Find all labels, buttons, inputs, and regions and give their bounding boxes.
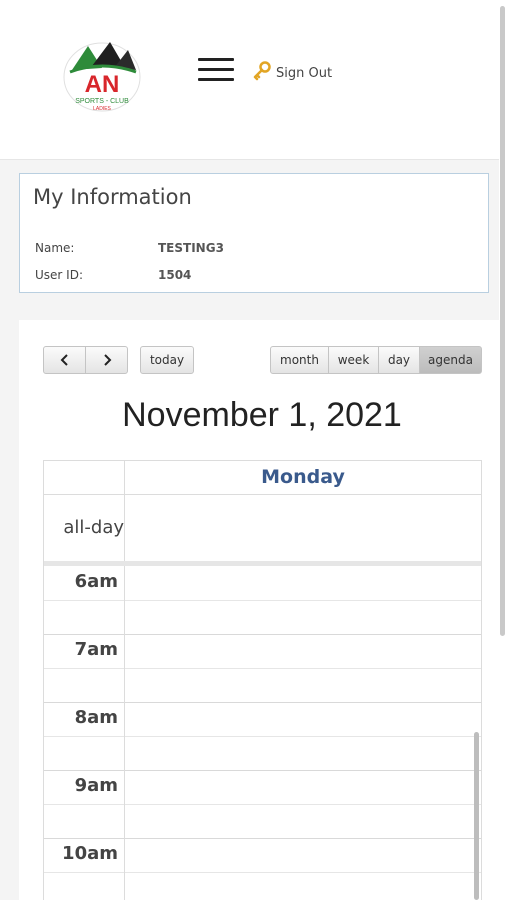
field-value: 1504 (158, 268, 192, 282)
sign-out-link[interactable]: Sign Out (252, 60, 332, 81)
hour-label: 10am (62, 843, 118, 864)
view-week-button[interactable]: week (328, 346, 379, 374)
time-column-divider (124, 566, 125, 900)
time-slot[interactable] (44, 736, 481, 771)
time-slots: 6am 7am 8am 9am 10am (44, 566, 481, 900)
calendar: today month week day agenda November 1, … (19, 320, 499, 900)
svg-text:AN: AN (85, 71, 120, 98)
club-logo[interactable]: AN SPORTS - CLUB LADIES (62, 40, 142, 114)
today-button[interactable]: today (140, 346, 194, 374)
view-month-button[interactable]: month (270, 346, 329, 374)
info-row-user-id: User ID: 1504 (35, 268, 191, 282)
all-day-slot[interactable] (124, 495, 481, 561)
time-slot[interactable] (44, 600, 481, 635)
next-button[interactable] (85, 346, 128, 374)
prev-button[interactable] (43, 346, 86, 374)
day-column-header[interactable]: Monday (124, 461, 481, 495)
calendar-nav (43, 346, 129, 374)
svg-text:SPORTS - CLUB: SPORTS - CLUB (75, 98, 129, 105)
field-label: Name: (35, 241, 75, 255)
field-label: User ID: (35, 268, 83, 282)
svg-text:LADIES: LADIES (93, 106, 111, 112)
hamburger-icon[interactable] (198, 58, 234, 86)
calendar-scrollbar-thumb[interactable] (474, 732, 479, 900)
time-slot[interactable] (44, 804, 481, 839)
sign-out-label: Sign Out (276, 66, 333, 81)
info-row-name: Name: TESTING3 (35, 241, 224, 255)
key-icon (253, 60, 271, 80)
app-header: AN SPORTS - CLUB LADIES Sign Out (0, 0, 499, 160)
calendar-title: November 1, 2021 (122, 396, 402, 434)
field-value: TESTING3 (158, 241, 224, 255)
hour-label: 6am (74, 571, 118, 592)
time-slot[interactable] (44, 668, 481, 703)
time-slot[interactable] (44, 872, 481, 900)
view-day-button[interactable]: day (378, 346, 420, 374)
chevron-right-icon (103, 354, 111, 366)
agenda-grid: Monday all-day 6am 7am 8am 9am 10am (43, 460, 482, 900)
chevron-left-icon (60, 354, 68, 366)
panel-title: My Information (33, 185, 192, 209)
view-agenda-button[interactable]: agenda (419, 346, 482, 374)
hour-label: 7am (74, 639, 118, 660)
my-information-panel: My Information Name: TESTING3 User ID: 1… (19, 173, 489, 293)
all-day-label: all-day (63, 517, 124, 538)
hour-label: 9am (74, 775, 118, 796)
page-scrollbar-thumb[interactable] (500, 6, 505, 636)
hour-label: 8am (74, 707, 118, 728)
grid-corner (44, 461, 124, 495)
